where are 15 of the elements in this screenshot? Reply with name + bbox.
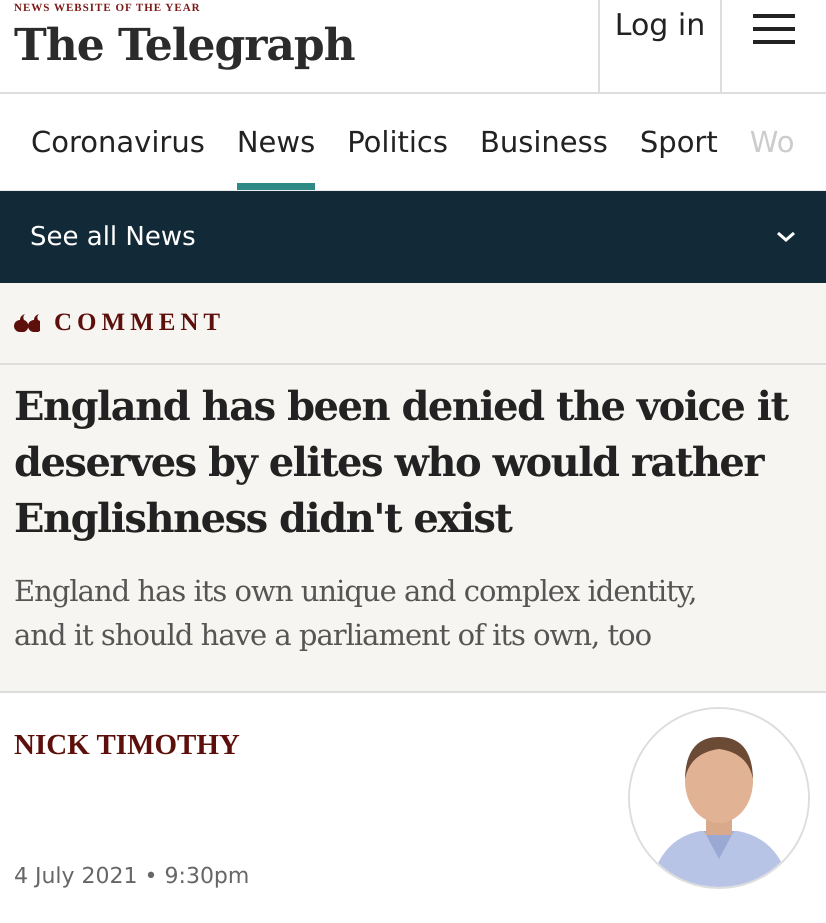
- nav-tab[interactable]: Coronavirus: [31, 94, 205, 190]
- chevron-icon: [776, 231, 796, 243]
- nav-tab[interactable]: Politics: [347, 94, 448, 190]
- tagline: NEWS WEBSITE OF THE YEAR: [14, 2, 202, 14]
- section-dropdown[interactable]: See all News: [0, 191, 826, 283]
- quote-icon: [14, 314, 40, 332]
- menu-icon: [753, 14, 795, 44]
- author-name[interactable]: NICK TIMOTHY: [14, 729, 250, 762]
- headline: England has been denied the voice it deserves by elites who would rather Englishness didn't exist: [14, 382, 790, 544]
- standfirst: England has its own unique and complex identity, and it should have a parliament of its own, too: [14, 573, 698, 654]
- category-label[interactable]: COMMENT: [54, 309, 226, 337]
- nav-tab[interactable]: Sport: [640, 94, 718, 190]
- logo[interactable]: The Telegraph: [14, 20, 598, 71]
- publish-date: 4 July 2021 • 9:30pm: [14, 864, 250, 889]
- nav-tab[interactable]: Business: [480, 94, 608, 190]
